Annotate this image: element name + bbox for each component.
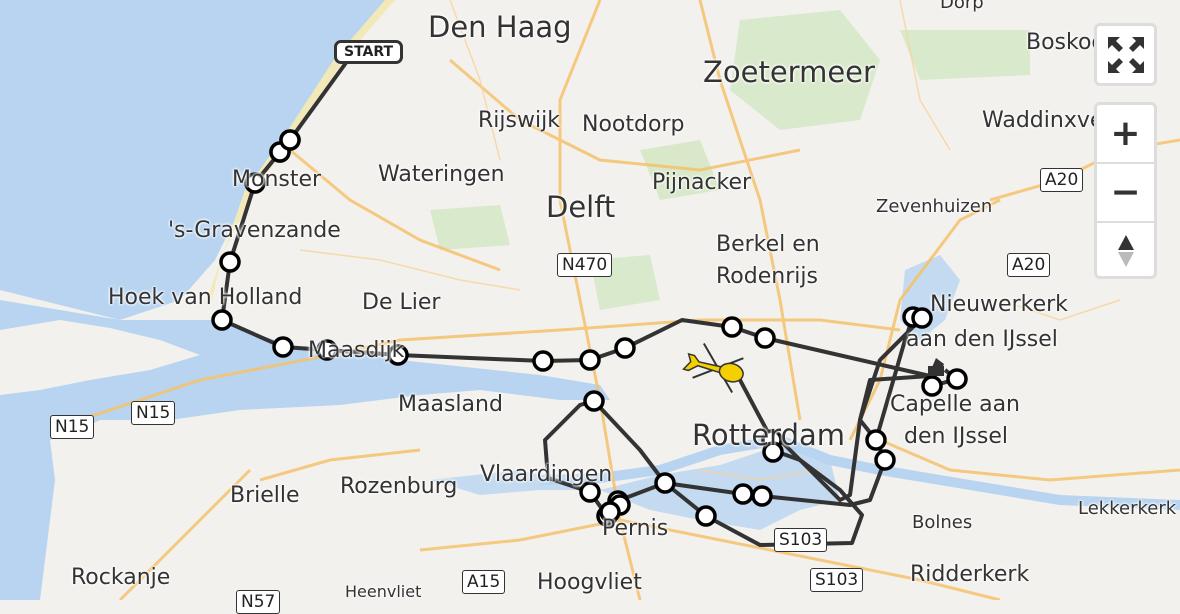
- road-shield: N470: [557, 253, 613, 277]
- place-label: Zevenhuizen: [876, 196, 993, 217]
- place-label: Nieuwerkerk: [930, 292, 1068, 317]
- route-stop-marker[interactable]: [583, 390, 605, 412]
- route-stop-marker[interactable]: [721, 316, 743, 338]
- place-label: Berkel en: [716, 232, 820, 257]
- place-label: aan den IJssel: [906, 327, 1058, 352]
- route-stop-marker[interactable]: [654, 472, 676, 494]
- place-label: Wateringen: [378, 162, 505, 187]
- place-label: Dorp: [940, 0, 984, 13]
- zoom-in-icon: +: [1110, 112, 1141, 154]
- place-label: Pernis: [602, 516, 669, 541]
- place-label: Den Haag: [428, 10, 572, 44]
- route-stop-marker[interactable]: [751, 485, 773, 507]
- place-label: Rockanje: [71, 565, 171, 590]
- route-stop-marker[interactable]: [754, 327, 776, 349]
- zoom-out-icon: −: [1110, 171, 1141, 213]
- place-label: 's-Gravenzande: [168, 218, 341, 243]
- park-area: [900, 30, 1030, 80]
- road-shield: A20: [1040, 168, 1084, 192]
- place-label: Lekkerkerk: [1078, 498, 1177, 519]
- road-shield: A15: [462, 570, 506, 594]
- route-stop-marker[interactable]: [865, 429, 887, 451]
- place-label: Zoetermeer: [703, 55, 875, 89]
- place-label: Hoek van Holland: [108, 285, 303, 310]
- zoom-in-button[interactable]: +: [1097, 105, 1154, 164]
- place-label: Heenvliet: [345, 582, 422, 601]
- park-area: [430, 205, 510, 250]
- route-stop-marker[interactable]: [911, 307, 933, 329]
- route-stop-marker[interactable]: [211, 309, 233, 331]
- place-label: Ridderkerk: [910, 562, 1030, 587]
- route-stop-marker[interactable]: [614, 337, 636, 359]
- route-stop-marker[interactable]: [732, 483, 754, 505]
- road-shield: N15: [50, 415, 95, 439]
- place-label: Rotterdam: [692, 418, 846, 452]
- fullscreen-icon: [1107, 36, 1144, 73]
- route-stop-marker[interactable]: [874, 449, 896, 471]
- route-stop-marker[interactable]: [279, 129, 301, 151]
- place-label: De Lier: [362, 290, 441, 315]
- route-stop-marker[interactable]: [272, 336, 294, 358]
- route-stop-marker[interactable]: [946, 368, 968, 390]
- destination-marker-icon: [928, 358, 944, 376]
- place-label: Bolnes: [912, 512, 973, 533]
- zoom-out-button[interactable]: −: [1097, 164, 1154, 223]
- compass-icon: [1117, 234, 1134, 267]
- road-shield: N57: [236, 590, 281, 614]
- road-shield: A20: [1007, 253, 1051, 277]
- route-stop-marker[interactable]: [532, 350, 554, 372]
- place-label: Brielle: [230, 483, 300, 508]
- route-stop-marker[interactable]: [695, 505, 717, 527]
- fullscreen-button[interactable]: [1094, 23, 1157, 86]
- place-label: Nootdorp: [582, 112, 685, 137]
- road-shield: N15: [131, 401, 176, 425]
- place-label: Maasland: [398, 392, 503, 417]
- place-label: Delft: [546, 190, 616, 224]
- place-label: Hoogvliet: [537, 570, 642, 595]
- route-stop-marker[interactable]: [579, 349, 601, 371]
- route-start-label: START: [334, 40, 404, 64]
- place-label: Rozenburg: [340, 474, 458, 499]
- place-label: Capelle aan: [890, 392, 1021, 417]
- route-stop-marker[interactable]: [219, 251, 241, 273]
- minor-road: [299, 249, 521, 291]
- place-label: Monster: [232, 167, 322, 192]
- place-label: Pijnacker: [652, 170, 752, 195]
- place-label: Rodenrijs: [716, 264, 818, 289]
- zoom-controls: + −: [1094, 102, 1157, 279]
- place-label: Vlaardingen: [480, 462, 613, 487]
- helicopter-icon: [682, 343, 744, 393]
- place-label: den IJssel: [904, 424, 1008, 449]
- road-shield: S103: [774, 528, 828, 552]
- road-shield: S103: [810, 568, 864, 592]
- compass-button[interactable]: [1097, 223, 1154, 278]
- place-label: Maasdijk: [308, 338, 405, 363]
- place-label: Rijswijk: [478, 108, 560, 133]
